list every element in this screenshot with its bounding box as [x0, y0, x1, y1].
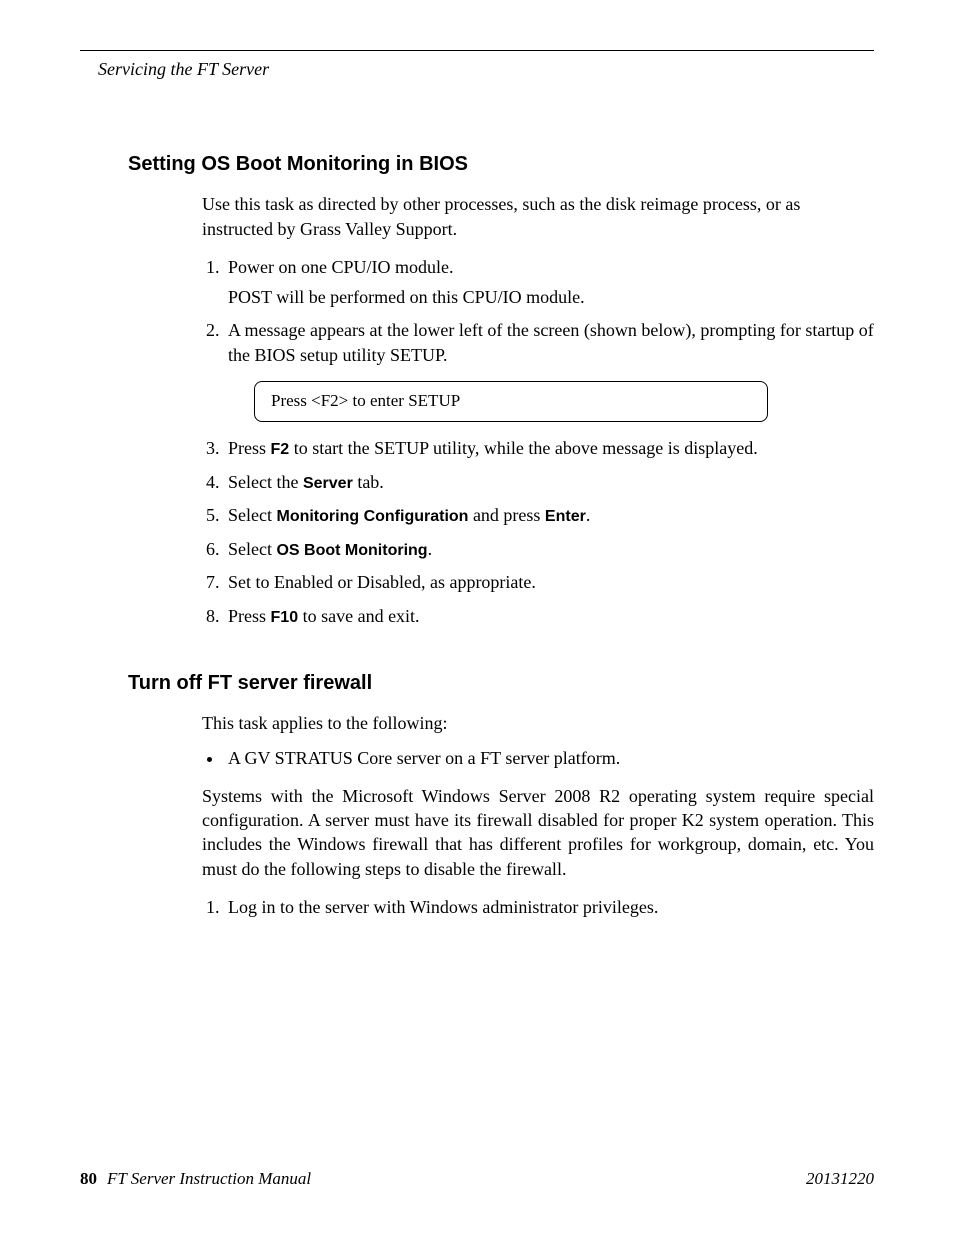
step-2-text: A message appears at the lower left of t…: [228, 320, 874, 364]
step-6-post: .: [428, 539, 433, 559]
bios-prompt-box: Press <F2> to enter SETUP: [254, 381, 768, 422]
header-rule: [80, 50, 874, 51]
section2-body: This task applies to the following: A GV…: [202, 711, 874, 919]
step-3-post: to start the SETUP utility, while the ab…: [289, 438, 758, 458]
key-f2: F2: [271, 441, 290, 458]
step-6-pre: Select: [228, 539, 276, 559]
step-4: Select the Server tab.: [224, 470, 874, 495]
manual-title: FT Server Instruction Manual: [107, 1169, 311, 1188]
step-1-sub: POST will be performed on this CPU/IO mo…: [228, 285, 874, 309]
step-1-text: Power on one CPU/IO module.: [228, 257, 453, 277]
section-heading-bios: Setting OS Boot Monitoring in BIOS: [128, 151, 874, 178]
step-3: Press F2 to start the SETUP utility, whi…: [224, 436, 874, 461]
key-f10: F10: [271, 609, 299, 626]
section1-body: Use this task as directed by other proce…: [202, 192, 874, 628]
section1-intro: Use this task as directed by other proce…: [202, 192, 874, 241]
step-4-pre: Select the: [228, 472, 303, 492]
section2-bullets: A GV STRATUS Core server on a FT server …: [202, 746, 874, 770]
menu-os-boot-monitoring: OS Boot Monitoring: [276, 542, 427, 559]
section2-steps: Log in to the server with Windows admini…: [202, 895, 874, 919]
step-5-pre: Select: [228, 505, 276, 525]
step-6: Select OS Boot Monitoring.: [224, 537, 874, 562]
step-3-pre: Press: [228, 438, 271, 458]
step-8: Press F10 to save and exit.: [224, 604, 874, 629]
step-8-pre: Press: [228, 606, 271, 626]
section1-steps: Power on one CPU/IO module. POST will be…: [202, 255, 874, 628]
key-enter: Enter: [545, 508, 586, 525]
page-footer: 80 FT Server Instruction Manual 20131220: [80, 1168, 874, 1191]
step-7-text: Set to Enabled or Disabled, as appropria…: [228, 572, 536, 592]
step-1: Power on one CPU/IO module. POST will be…: [224, 255, 874, 310]
menu-monitoring-config: Monitoring Configuration: [276, 508, 468, 525]
step-8-post: to save and exit.: [298, 606, 419, 626]
step-5-post: .: [586, 505, 591, 525]
step-5-mid: and press: [468, 505, 544, 525]
step-5: Select Monitoring Configuration and pres…: [224, 503, 874, 528]
step-4-post: tab.: [353, 472, 384, 492]
section2-para: Systems with the Microsoft Windows Serve…: [202, 784, 874, 881]
bullet-gv-stratus: A GV STRATUS Core server on a FT server …: [224, 746, 874, 770]
section2-intro: This task applies to the following:: [202, 711, 874, 735]
footer-left: 80 FT Server Instruction Manual: [80, 1168, 311, 1191]
tab-server: Server: [303, 475, 353, 492]
section2-step-1-text: Log in to the server with Windows admini…: [228, 897, 658, 917]
footer-date: 20131220: [806, 1168, 874, 1191]
document-page: Servicing the FT Server Setting OS Boot …: [0, 0, 954, 1235]
section2-step-1: Log in to the server with Windows admini…: [224, 895, 874, 919]
running-header: Servicing the FT Server: [98, 57, 874, 81]
step-2: A message appears at the lower left of t…: [224, 318, 874, 422]
section-heading-firewall: Turn off FT server firewall: [128, 670, 874, 697]
page-number: 80: [80, 1169, 97, 1188]
step-7: Set to Enabled or Disabled, as appropria…: [224, 570, 874, 594]
